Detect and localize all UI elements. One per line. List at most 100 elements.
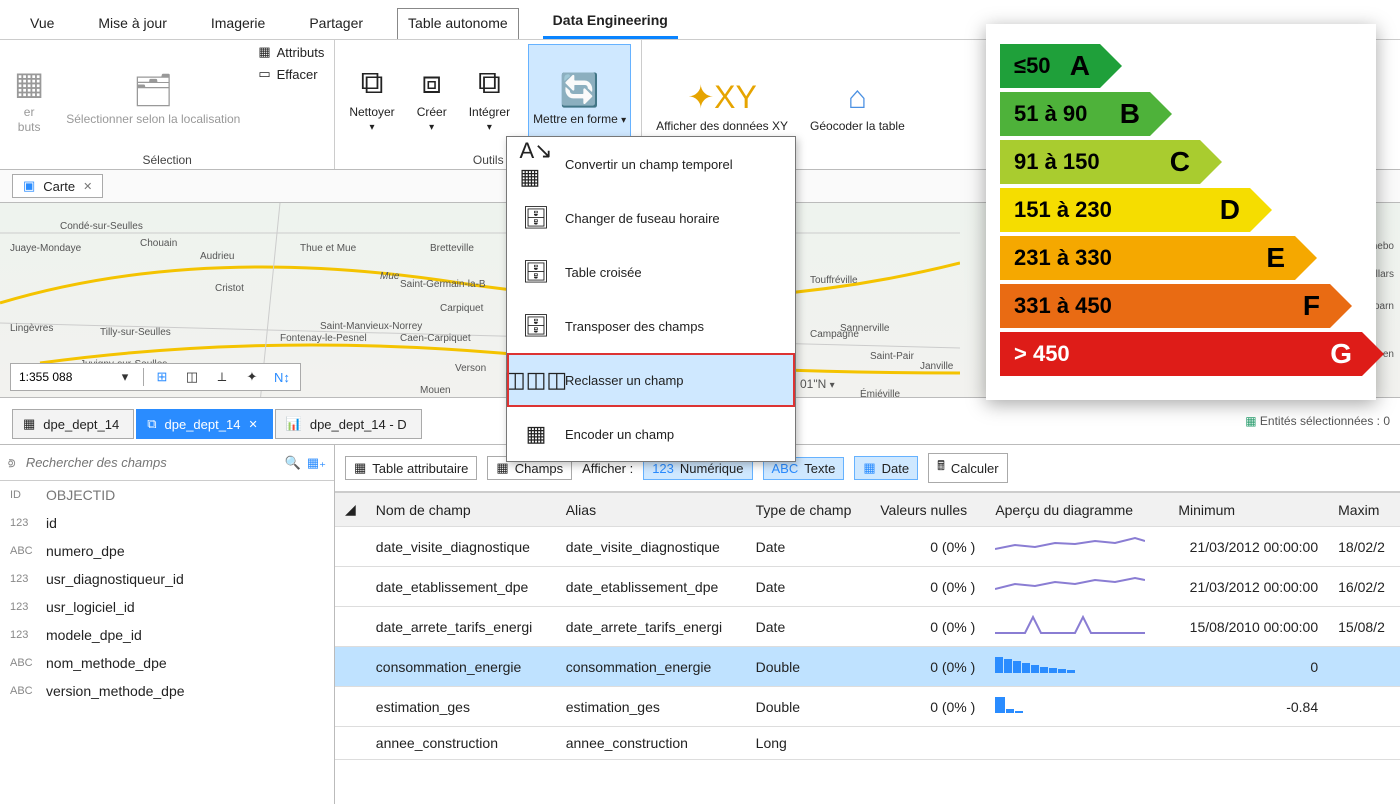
field-panel: ⟄ 🔍 ▦₊ IDOBJECTID 123id ABCnumero_dpe 12… [0,445,335,804]
map-coord-label: 01"N ▾ [800,377,835,391]
select-tool-icon[interactable]: ◫ [180,366,204,388]
table-attributaire-button[interactable]: ▦Table attributaire [345,456,477,480]
map-place: Mouen [420,385,451,396]
grid-header-apercu[interactable]: Aperçu du diagramme [985,493,1168,527]
energy-row-e: 231 à 330E [1000,236,1362,280]
filter-icon[interactable]: ⟄ [8,455,16,471]
field-grid-panel: ▦Table attributaire ▦Champs Afficher : 1… [335,445,1400,804]
geocoder-table-button[interactable]: ⌂Géocoder la table [806,44,909,165]
clean-icon: ⧉ [361,63,384,103]
tab-table-autonome[interactable]: Table autonome [397,8,519,39]
grid-row[interactable]: consommation_energieconsommation_energie… [335,647,1400,687]
ribbon-group-selection: ▦ erbuts 🗂 Sélectionner selon la localis… [0,40,335,169]
map-place: Juaye-Mondaye [10,243,81,254]
field-row-version-methode[interactable]: ABCversion_methode_dpe [0,677,334,705]
map-place: Lingèvres [10,323,53,334]
map-place: Saint-Germain-la-B [400,279,486,290]
measure-icon[interactable]: ⟂ [210,366,234,388]
field-row-nom-methode[interactable]: ABCnom_methode_dpe [0,649,334,677]
group-label-selection: Sélection [10,151,324,167]
field-row-numero-dpe[interactable]: ABCnumero_dpe [0,537,334,565]
menu-table-croisee[interactable]: 🗄Table croisée [507,245,795,299]
creer-button[interactable]: ⧈Créer▾ [413,44,451,151]
fields-icon: ▦ [496,460,508,476]
map-place: Saint-Pair [870,351,914,362]
xy-icon: ✦XY [687,77,757,117]
menu-convertir-champ-temporel[interactable]: A↘▦Convertir un champ temporel [507,137,795,191]
grid-header-alias[interactable]: Alias [556,493,746,527]
map-place: Saint-Manvieux-Norrey [320,321,422,332]
tab-data-engineering[interactable]: Data Engineering [543,6,678,39]
map-place: Verson [455,363,486,374]
map-place: Mue [380,271,399,282]
snap-icon[interactable]: ✦ [240,366,264,388]
mettre-en-forme-button[interactable]: 🔄Mettre en forme ▾ [528,44,631,151]
field-row-logiciel[interactable]: 123usr_logiciel_id [0,593,334,621]
menu-changer-fuseau-horaire[interactable]: 🗄Changer de fuseau horaire [507,191,795,245]
grid-row[interactable]: date_visite_diagnostiquedate_visite_diag… [335,527,1400,567]
map-place: Touffréville [810,275,858,286]
map-scale-input[interactable] [17,368,107,386]
integrate-icon: ⧉ [478,63,501,103]
encode-icon: ▦ [519,417,553,451]
energy-row-c: 91 à 150C [1000,140,1362,184]
close-icon[interactable]: ✕ [83,180,92,193]
search-icon[interactable]: 🔍 [285,455,301,471]
select-by-location-button[interactable]: 🗂 Sélectionner selon la localisation [62,44,244,151]
grid-header-type[interactable]: Type de champ [746,493,871,527]
chart-icon: 📊 [286,416,302,432]
bottom-tab-dpe-2[interactable]: ⧉dpe_dept_14✕ [136,409,272,439]
tab-partager[interactable]: Partager [299,9,373,39]
map-place: Cristot [215,283,244,294]
menu-transposer-champs[interactable]: 🗄Transposer des champs [507,299,795,353]
close-icon[interactable]: ✕ [248,418,257,431]
id-type-icon: ID [10,489,38,501]
map-place: Carpiquet [440,303,483,314]
add-field-icon[interactable]: ▦₊ [307,455,326,471]
filter-date[interactable]: ▦Date [854,456,918,480]
map-place: Audrieu [200,251,234,262]
tab-vue[interactable]: Vue [20,9,64,39]
grid-icon[interactable]: ⊞ [150,366,174,388]
grid-row[interactable]: date_arrete_tarifs_energidate_arrete_tar… [335,607,1400,647]
map-place: Bretteville [430,243,474,254]
select-attributes-button[interactable]: ▦ erbuts [10,44,48,151]
reclass-icon: ◫◫◫ [519,363,553,397]
attributs-button[interactable]: ▦Attributs [258,44,324,60]
field-search-input[interactable] [22,451,279,474]
grid-header-nom[interactable]: Nom de champ [366,493,556,527]
bottom-tab-dpe-3[interactable]: 📊dpe_dept_14 - D [275,409,422,439]
menu-reclasser-champ[interactable]: ◫◫◫Reclasser un champ [507,353,795,407]
calculer-button[interactable]: 🖩Calculer [928,453,1008,483]
afficher-label: Afficher : [582,461,633,476]
map-place: Caen-Carpiquet [400,333,471,344]
grid-header-nulles[interactable]: Valeurs nulles [870,493,985,527]
field-row-id[interactable]: 123id [0,509,334,537]
integrer-button[interactable]: ⧉Intégrer▾ [465,44,514,151]
tab-imagerie[interactable]: Imagerie [201,9,275,39]
effacer-button[interactable]: ▭Effacer [258,66,324,82]
grid-row[interactable]: date_etablissement_dpedate_etablissement… [335,567,1400,607]
tab-mise-a-jour[interactable]: Mise à jour [88,9,176,39]
chevron-down-icon[interactable]: ▾ [113,366,137,388]
status-entities-label: ▦ Entités sélectionnées : 0 [1245,414,1390,428]
energy-row-g: > 450G [1000,332,1362,376]
field-row-diagnostiqueur[interactable]: 123usr_diagnostiqueur_id [0,565,334,593]
nettoyer-button[interactable]: ⧉Nettoyer▾ [345,44,398,151]
calendar-convert-icon: A↘▦ [519,147,553,181]
menu-encoder-champ[interactable]: ▦Encoder un champ [507,407,795,461]
field-row-objectid[interactable]: IDOBJECTID [0,481,334,509]
row-indicator-header: ◢ [335,493,366,527]
energy-row-b: 51 à 90B [1000,92,1362,136]
table-icon: ▦ [23,416,35,432]
grid-header-max[interactable]: Maxim [1328,493,1400,527]
grid-row[interactable]: estimation_gesestimation_gesDouble0 (0% … [335,687,1400,727]
house-icon: ⌂ [848,77,867,117]
grid-header-min[interactable]: Minimum [1168,493,1328,527]
map-tab-carte[interactable]: ▣ Carte ✕ [12,174,103,198]
north-icon[interactable]: N↕ [270,366,294,388]
field-statistics-grid[interactable]: ◢ Nom de champ Alias Type de champ Valeu… [335,492,1400,760]
grid-row[interactable]: annee_constructionannee_constructionLong [335,727,1400,760]
field-row-modele-dpe[interactable]: 123modele_dpe_id [0,621,334,649]
bottom-tab-dpe-1[interactable]: ▦dpe_dept_14 [12,409,134,439]
